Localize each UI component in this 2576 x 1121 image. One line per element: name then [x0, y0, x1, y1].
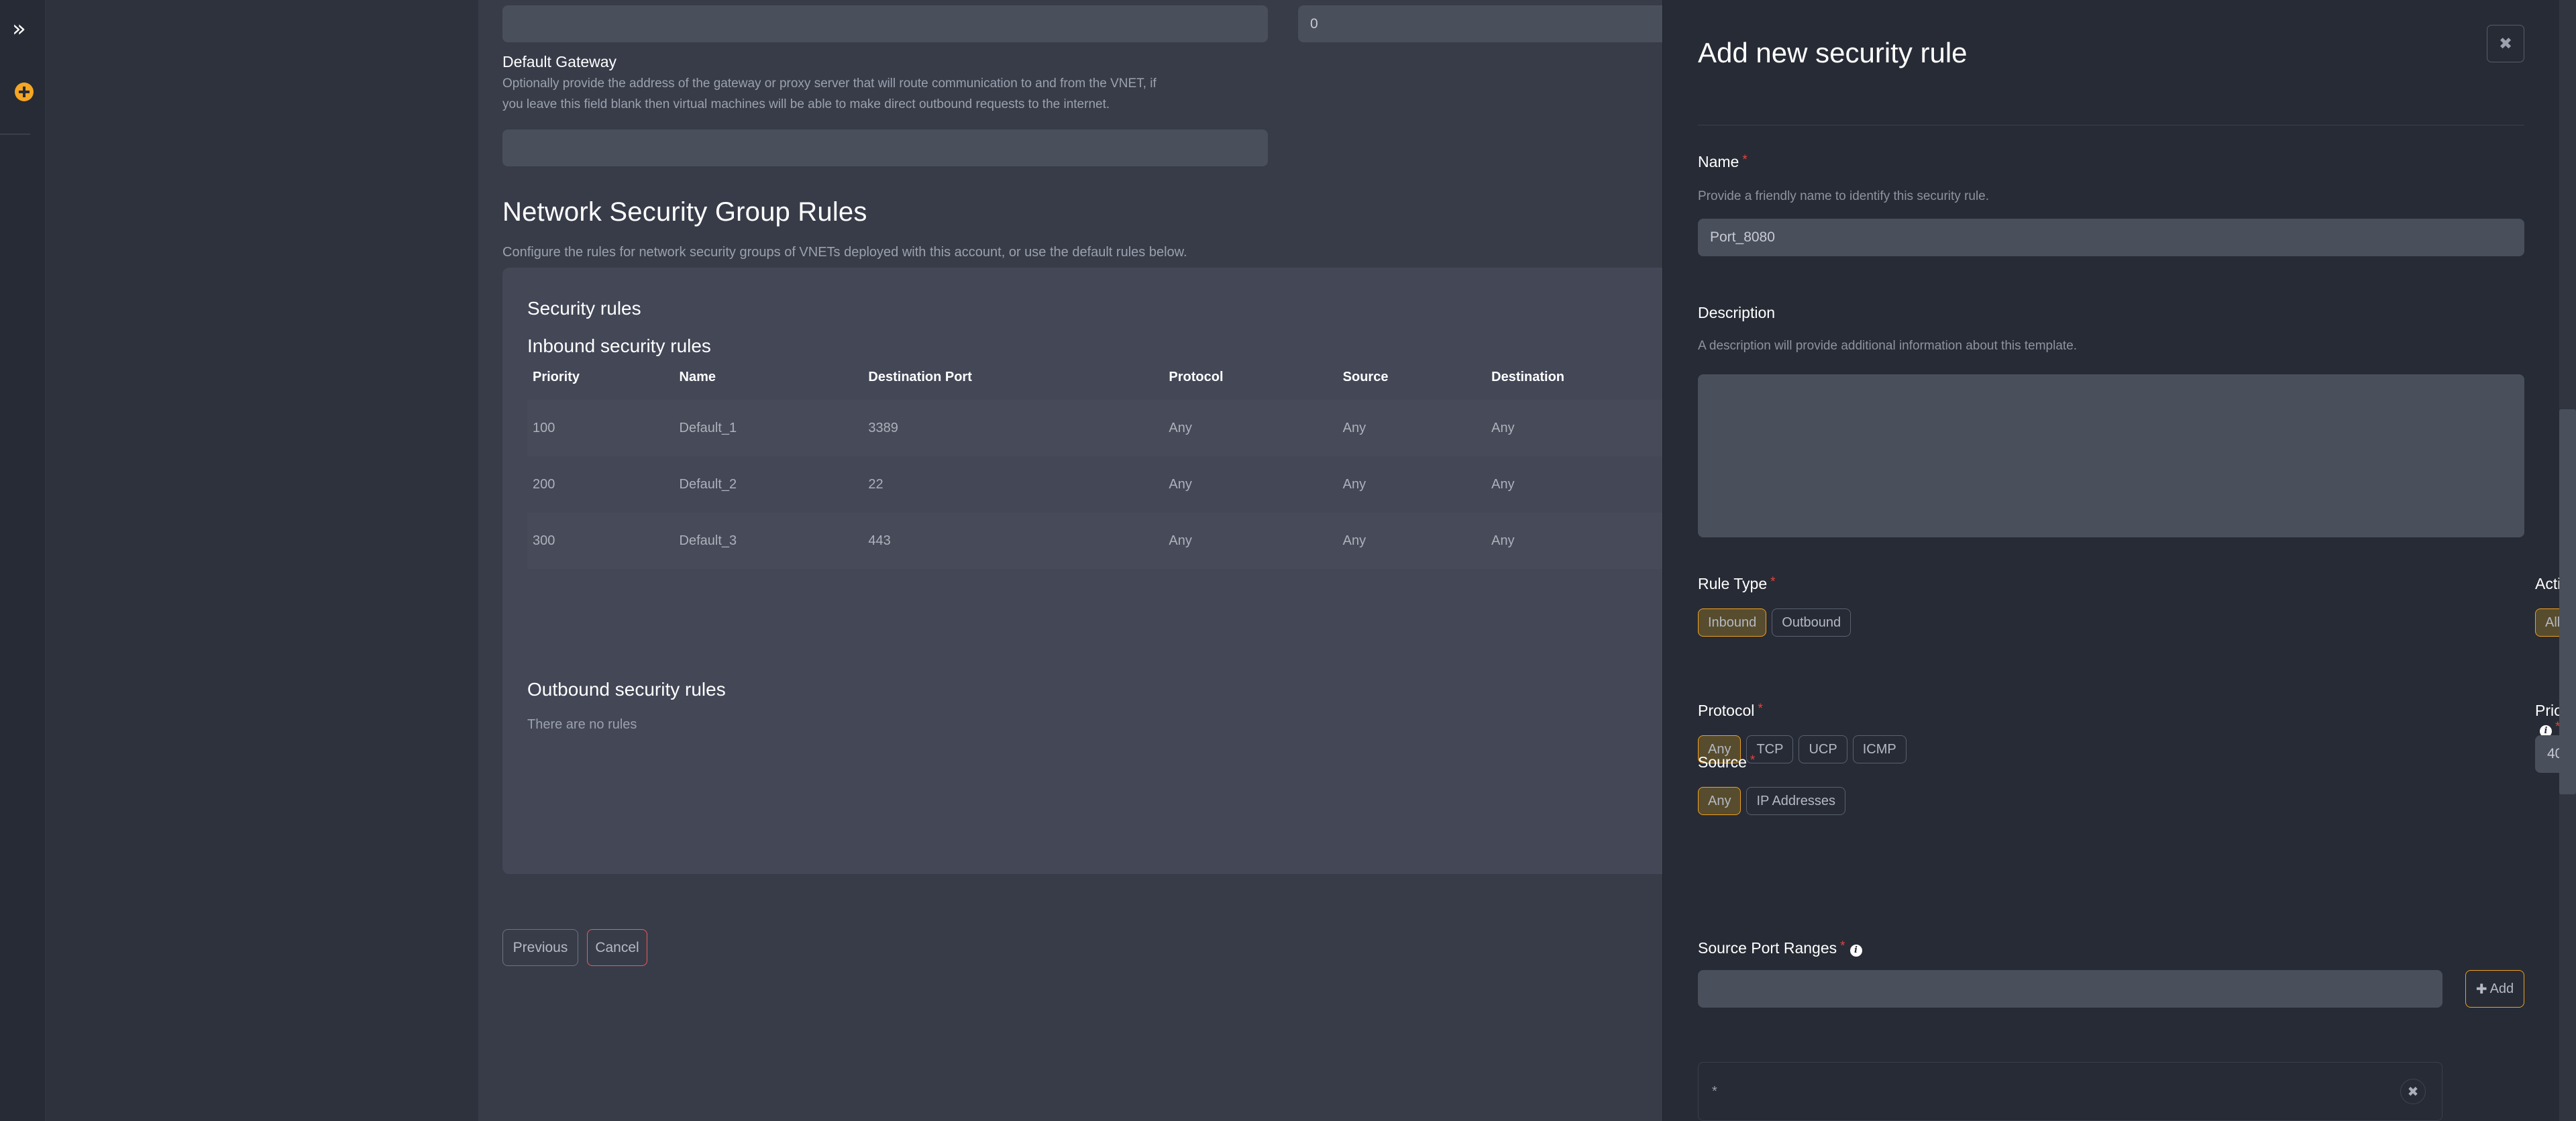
- cell-source: Any: [1342, 476, 1366, 492]
- protocol-label-text: Protocol: [1698, 702, 1755, 719]
- cell-protocol: Any: [1169, 420, 1192, 435]
- vnet-address-input[interactable]: [502, 5, 1268, 42]
- source-option-ip-addresses[interactable]: IP Addresses: [1746, 787, 1845, 815]
- cell-source: Any: [1342, 533, 1366, 548]
- description-help: A description will provide additional in…: [1698, 339, 2078, 353]
- rule-type-label: Rule Type *: [1698, 575, 1776, 593]
- required-asterisk: *: [1770, 575, 1776, 589]
- column-header-destination: Destination: [1491, 370, 1565, 384]
- protocol-option-icmp[interactable]: ICMP: [1852, 735, 1907, 763]
- inbound-rules-table: Priority Name Destination Port Protocol …: [527, 370, 1677, 569]
- page-scrollbar-thumb[interactable]: [2559, 409, 2576, 794]
- column-header-destination-port: Destination Port: [868, 370, 972, 384]
- previous-button[interactable]: Previous: [502, 929, 578, 966]
- source-port-ranges-input[interactable]: [1698, 970, 2443, 1008]
- source-option-any[interactable]: Any: [1698, 787, 1741, 815]
- source-group: Any IP Addresses: [1698, 787, 1845, 815]
- cancel-button[interactable]: Cancel: [587, 929, 647, 966]
- default-gateway-label: Default Gateway: [502, 53, 617, 70]
- cell-port: 3389: [868, 420, 898, 435]
- remove-icon[interactable]: ✖: [2400, 1079, 2426, 1104]
- cell-destination: Any: [1491, 420, 1515, 435]
- cell-priority: 100: [533, 420, 555, 435]
- rule-type-group: Inbound Outbound: [1698, 608, 1851, 637]
- table-row[interactable]: 200 Default_2 22 Any Any Any: [527, 456, 1677, 513]
- cell-destination: Any: [1491, 533, 1515, 548]
- column-header-priority: Priority: [533, 370, 580, 384]
- info-icon[interactable]: i: [1849, 944, 1862, 957]
- column-header-name: Name: [679, 370, 716, 384]
- security-rules-title: Security rules: [527, 298, 641, 319]
- name-label-text: Name: [1698, 153, 1739, 170]
- protocol-option-ucp[interactable]: UCP: [1799, 735, 1847, 763]
- required-asterisk: *: [1840, 939, 1845, 953]
- add-security-rule-panel: Add new security rule ✖ Name * Provide a …: [1662, 0, 2576, 1121]
- rule-type-option-inbound[interactable]: Inbound: [1698, 608, 1767, 637]
- table-header-row: Priority Name Destination Port Protocol …: [527, 370, 1677, 400]
- rule-type-label-text: Rule Type: [1698, 575, 1768, 592]
- source-port-range-value: *: [1712, 1083, 1717, 1099]
- inbound-rules-title: Inbound security rules: [527, 335, 711, 356]
- main-content: Default Gateway Optionally provide the a…: [478, 0, 2036, 1121]
- name-input[interactable]: [1698, 219, 2524, 256]
- source-port-ranges-label-text: Source Port Ranges: [1698, 939, 1837, 957]
- table-row[interactable]: 300 Default_3 443 Any Any Any: [527, 513, 1677, 569]
- close-icon[interactable]: ✖: [2487, 25, 2524, 62]
- cell-name: Default_2: [679, 476, 737, 492]
- cell-name: Default_3: [679, 533, 737, 548]
- default-gateway-help: Optionally provide the address of the ga…: [502, 76, 1157, 111]
- cell-protocol: Any: [1169, 533, 1192, 548]
- description-textarea[interactable]: [1698, 374, 2524, 537]
- description-label: Description: [1698, 304, 1776, 321]
- source-label: Source *: [1698, 753, 1755, 771]
- source-label-text: Source: [1698, 753, 1747, 771]
- required-asterisk: *: [1742, 153, 1748, 167]
- source-port-ranges-label: Source Port Ranges * i: [1698, 939, 1862, 957]
- name-help: Provide a friendly name to identify this…: [1698, 189, 1990, 203]
- page-background-left: [46, 0, 478, 1121]
- cell-port: 443: [868, 533, 891, 548]
- left-rail: »: [0, 0, 46, 1121]
- table-row[interactable]: 100 Default_1 3389 Any Any Any: [527, 400, 1677, 456]
- cell-port: 22: [868, 476, 883, 492]
- list-item: * ✖: [1698, 1062, 2443, 1121]
- outbound-rules-title: Outbound security rules: [527, 679, 726, 700]
- rule-type-option-outbound[interactable]: Outbound: [1772, 608, 1851, 637]
- required-asterisk: *: [1750, 753, 1756, 767]
- chevron-double-right-icon[interactable]: »: [12, 17, 26, 40]
- add-button-label: Add: [2489, 981, 2514, 996]
- required-asterisk: *: [1758, 702, 1763, 716]
- plus-circle-icon[interactable]: [15, 83, 34, 101]
- cell-priority: 300: [533, 533, 555, 548]
- outbound-rules-empty-text: There are no rules: [527, 717, 637, 732]
- cell-priority: 200: [533, 476, 555, 492]
- cell-destination: Any: [1491, 476, 1515, 492]
- column-header-source: Source: [1342, 370, 1389, 384]
- page-title: Network Security Group Rules: [502, 197, 867, 227]
- cell-protocol: Any: [1169, 476, 1192, 492]
- page-subtitle: Configure the rules for network security…: [502, 245, 1187, 260]
- add-source-port-range-button[interactable]: ✚ Add: [2465, 970, 2524, 1008]
- column-header-protocol: Protocol: [1169, 370, 1224, 384]
- name-label: Name *: [1698, 153, 1748, 171]
- protocol-label: Protocol *: [1698, 702, 1763, 720]
- panel-title: Add new security rule: [1698, 37, 1968, 68]
- default-gateway-input[interactable]: [502, 129, 1268, 166]
- security-rules-card: Security rules Inbound security rules Pr…: [502, 268, 1677, 874]
- cell-name: Default_1: [679, 420, 737, 435]
- cell-source: Any: [1342, 420, 1366, 435]
- plus-icon: ✚: [2475, 981, 2487, 997]
- rail-divider: [0, 134, 30, 135]
